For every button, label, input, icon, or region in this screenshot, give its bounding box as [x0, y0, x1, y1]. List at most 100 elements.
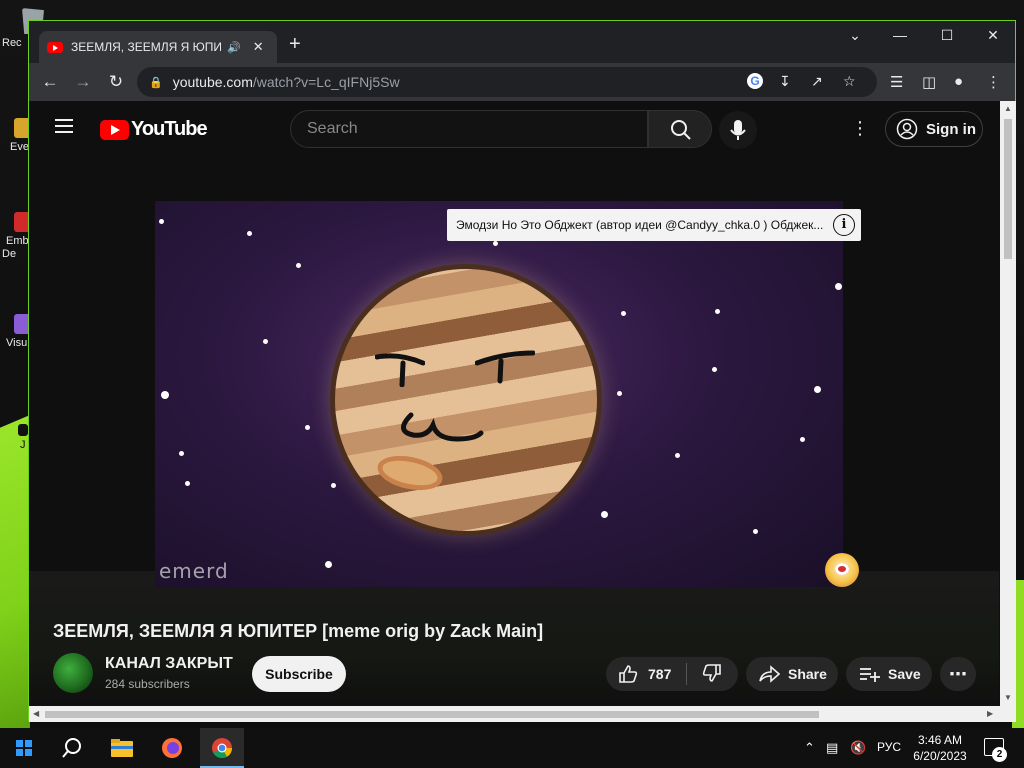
like-icon — [619, 665, 638, 683]
language-indicator[interactable]: РУС — [877, 740, 901, 754]
share-button[interactable]: Share — [746, 657, 838, 691]
browser-titlebar: ЗЕЕМЛЯ, ЗЕЕМЛЯ Я ЮПИТЕ 🔊 ✕ + ⌄ — ☐ ✕ — [29, 21, 1015, 63]
share-icon — [759, 665, 780, 683]
save-label: Save — [888, 666, 921, 682]
settings-kebab-icon[interactable]: ⋮ — [851, 119, 869, 137]
mouth-icon — [401, 412, 484, 442]
youtube-masthead: YouTube Search ⋮ Sign in — [29, 101, 999, 157]
browser-tab[interactable]: ЗЕЕМЛЯ, ЗЕЕМЛЯ Я ЮПИТЕ 🔊 ✕ — [39, 31, 277, 63]
file-explorer-icon[interactable] — [110, 736, 134, 760]
subscriber-count: 284 subscribers — [105, 677, 190, 691]
address-bar[interactable]: 🔒 youtube.com/watch?v=Lc_qIFNj5Sw G ↧ ↗ … — [137, 67, 877, 97]
windows-start-icon[interactable] — [16, 740, 32, 756]
youtube-page: YouTube Search ⋮ Sign in emerd Эмодзи Но… — [29, 101, 999, 706]
voice-search-button[interactable] — [719, 111, 757, 149]
system-clock[interactable]: 3:46 AM 6/20/2023 — [910, 732, 970, 764]
chevron-up-icon[interactable]: ⌃ — [804, 740, 815, 756]
install-icon[interactable]: ↧ — [779, 73, 791, 90]
more-horizontal-icon: ⋯ — [949, 663, 967, 684]
scroll-right-arrow-icon[interactable]: ▶ — [987, 709, 993, 718]
info-icon[interactable]: i — [833, 214, 855, 236]
mic-icon — [730, 120, 746, 140]
back-arrow-icon[interactable]: ← — [38, 72, 62, 92]
more-actions-button[interactable]: ⋯ — [940, 657, 976, 691]
desktop-icon-label: J — [20, 439, 26, 451]
subscribe-button[interactable]: Subscribe — [252, 656, 346, 692]
desktop-icon-label: Eve — [10, 141, 29, 153]
close-tab-icon[interactable]: ✕ — [253, 39, 264, 55]
desktop-icon-label: Rec — [2, 37, 22, 49]
info-card-text: Эмодзи Но Это Обджект (автор идеи @Candy… — [456, 218, 824, 232]
speaker-icon[interactable]: 🔊 — [227, 41, 241, 54]
chrome-icon[interactable] — [210, 736, 234, 760]
emoji-sticker-icon — [825, 553, 859, 587]
hamburger-menu-icon[interactable] — [55, 119, 73, 133]
scroll-up-arrow-icon[interactable]: ▲ — [1004, 104, 1012, 113]
vertical-scroll-thumb[interactable] — [1004, 119, 1012, 259]
network-icon[interactable]: ▤ — [826, 740, 838, 756]
tab-search-icon[interactable]: ⌄ — [844, 27, 866, 44]
notification-badge: 2 — [992, 747, 1007, 762]
wallpaper-accent — [0, 415, 30, 728]
eye-right-icon — [475, 350, 535, 384]
close-window-icon[interactable]: ✕ — [982, 27, 1004, 44]
share-label: Share — [788, 666, 827, 682]
eye-left-icon — [375, 353, 425, 387]
profile-icon[interactable]: ● — [954, 73, 963, 90]
browser-window: ЗЕЕМЛЯ, ЗЕЕМЛЯ Я ЮПИТЕ 🔊 ✕ + ⌄ — ☐ ✕ ← →… — [28, 20, 1016, 722]
youtube-favicon-icon — [47, 41, 63, 53]
horizontal-scrollbar[interactable]: ◀ ▶ — [29, 706, 1016, 722]
youtube-play-icon — [100, 119, 129, 140]
url-text: youtube.com/watch?v=Lc_qIFNj5Sw — [172, 74, 400, 90]
app-icon — [18, 424, 28, 436]
minimize-icon[interactable]: — — [889, 27, 911, 43]
menu-kebab-icon[interactable]: ⋮ — [986, 73, 1001, 91]
save-icon — [860, 668, 880, 682]
sign-in-label: Sign in — [926, 120, 976, 138]
forward-arrow-icon[interactable]: → — [71, 72, 95, 92]
channel-avatar[interactable] — [53, 653, 93, 693]
maximize-icon[interactable]: ☐ — [936, 27, 958, 44]
clock-date: 6/20/2023 — [913, 749, 967, 763]
search-button[interactable] — [648, 110, 712, 148]
star-icon[interactable]: ☆ — [843, 73, 856, 90]
channel-name[interactable]: КАНАЛ ЗАКРЫТ — [105, 655, 233, 673]
great-red-spot — [374, 450, 446, 496]
like-count: 787 — [648, 666, 672, 682]
search-icon — [671, 120, 691, 140]
dislike-icon — [702, 663, 721, 682]
video-info-card[interactable]: Эмодзи Но Это Обджект (автор идеи @Candy… — [447, 209, 861, 241]
scroll-left-arrow-icon[interactable]: ◀ — [33, 709, 39, 718]
volume-muted-icon[interactable]: 🔇 — [850, 740, 866, 756]
share-page-icon[interactable]: ↗ — [811, 73, 823, 90]
video-player[interactable]: emerd — [155, 201, 843, 587]
planet-jupiter — [335, 269, 597, 531]
tab-title: ЗЕЕМЛЯ, ЗЕЕМЛЯ Я ЮПИТЕ — [71, 40, 221, 54]
like-button[interactable]: 787 — [606, 664, 686, 684]
scroll-down-arrow-icon[interactable]: ▼ — [1004, 693, 1012, 702]
logo-text: YouTube — [131, 118, 208, 140]
firefox-icon[interactable] — [160, 736, 184, 760]
reload-icon[interactable]: ↻ — [104, 72, 128, 92]
horizontal-scroll-thumb[interactable] — [45, 711, 819, 718]
account-icon — [896, 118, 918, 140]
browser-toolbar: ← → ↻ 🔒 youtube.com/watch?v=Lc_qIFNj5Sw … — [29, 63, 1015, 101]
google-icon[interactable]: G — [747, 73, 763, 89]
search-icon[interactable] — [60, 736, 84, 760]
lock-icon[interactable]: 🔒 — [149, 76, 163, 89]
taskbar: ⌃ ▤ 🔇 РУС 3:46 AM 6/20/2023 2 — [0, 728, 1024, 768]
clock-time: 3:46 AM — [917, 733, 963, 747]
like-dislike-group: 787 — [606, 657, 738, 691]
new-tab-button[interactable]: + — [289, 34, 301, 54]
desktop-icon-label: Emb De — [2, 235, 29, 260]
dislike-button[interactable] — [687, 663, 737, 686]
sign-in-button[interactable]: Sign in — [885, 111, 983, 147]
video-title: ЗЕЕМЛЯ, ЗЕЕМЛЯ Я ЮПИТЕР [meme orig by Za… — [53, 621, 544, 641]
youtube-logo[interactable]: YouTube — [100, 118, 208, 141]
watermark-text: emerd — [159, 559, 229, 583]
search-input[interactable]: Search — [290, 110, 648, 148]
vertical-scrollbar[interactable]: ▲ ▼ — [1000, 101, 1016, 706]
media-icon[interactable]: ☰ — [890, 73, 903, 91]
save-button[interactable]: Save — [846, 657, 932, 691]
sidepanel-icon[interactable]: ◫ — [922, 73, 936, 91]
